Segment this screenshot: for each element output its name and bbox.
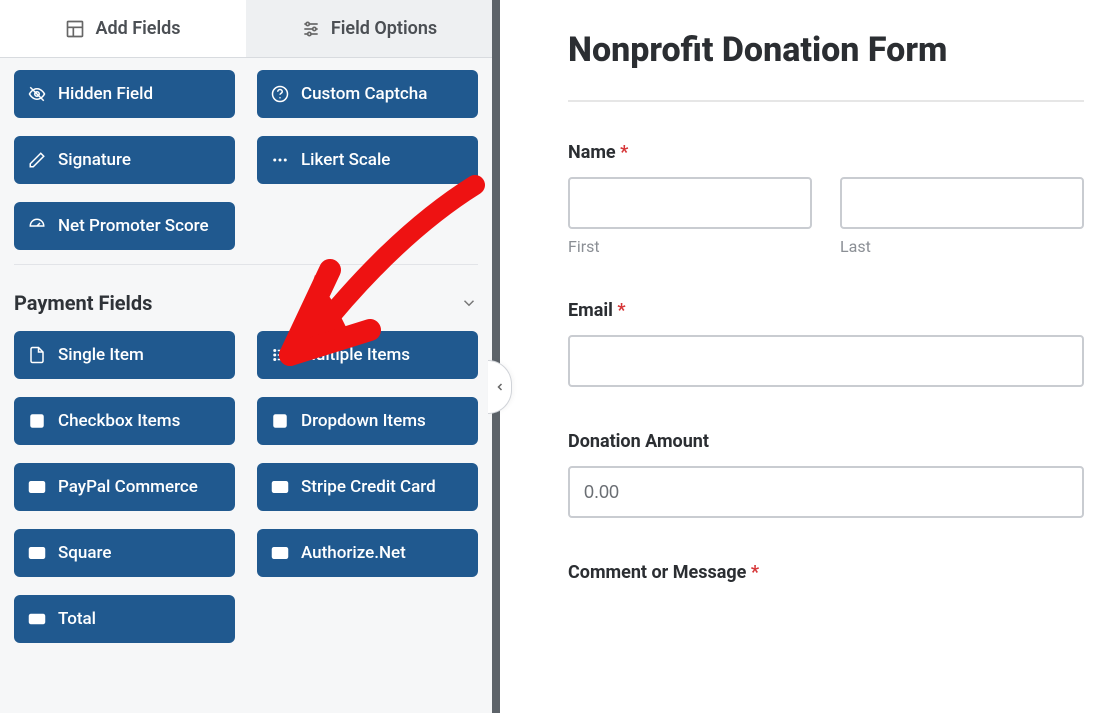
field-label: Custom Captcha [301, 84, 427, 104]
dots-icon [271, 151, 289, 169]
last-name-input[interactable] [840, 177, 1084, 229]
form-preview: Nonprofit Donation Form Name * First Las… [500, 0, 1116, 713]
field-total[interactable]: Total [14, 595, 235, 643]
field-dropdown-items[interactable]: Dropdown Items [257, 397, 478, 445]
tab-add-fields[interactable]: Add Fields [0, 0, 246, 57]
field-label: Single Item [58, 345, 144, 365]
eye-slash-icon [28, 85, 46, 103]
card-icon [271, 544, 289, 562]
comment-label: Comment or Message * [568, 562, 1084, 583]
layout-icon [65, 19, 85, 39]
list-icon [271, 346, 289, 364]
tab-field-options[interactable]: Field Options [246, 0, 492, 57]
field-stripe-cc[interactable]: Stripe Credit Card [257, 463, 478, 511]
field-label: Signature [58, 150, 131, 170]
tab-field-options-label: Field Options [331, 18, 437, 39]
field-paypal-commerce[interactable]: PayPal Commerce [14, 463, 235, 511]
donation-input[interactable] [568, 466, 1084, 518]
money-icon [28, 610, 46, 628]
field-checkbox-items[interactable]: Checkbox Items [14, 397, 235, 445]
card-icon [271, 478, 289, 496]
field-square[interactable]: Square [14, 529, 235, 577]
field-name[interactable]: Name * First Last [568, 142, 1084, 256]
file-icon [28, 346, 46, 364]
card-icon [28, 544, 46, 562]
field-label: Dropdown Items [301, 411, 426, 431]
pencil-icon [28, 151, 46, 169]
section-payment-fields[interactable]: Payment Fields [14, 264, 478, 331]
chevron-left-icon [494, 381, 506, 393]
field-hidden[interactable]: Hidden Field [14, 70, 235, 118]
first-sublabel: First [568, 237, 812, 256]
name-label: Name * [568, 142, 1084, 163]
field-label: Likert Scale [301, 150, 390, 170]
field-label: Hidden Field [58, 84, 153, 104]
dropdown-icon [271, 412, 289, 430]
field-multiple-items[interactable]: Multiple Items [257, 331, 478, 379]
required-mark: * [617, 300, 625, 321]
payment-fields-grid: Single Item Multiple Items Checkbox Item… [14, 331, 478, 643]
donation-label: Donation Amount [568, 431, 1084, 452]
email-input[interactable] [568, 335, 1084, 387]
sliders-icon [301, 19, 321, 39]
field-net-promoter[interactable]: Net Promoter Score [14, 202, 235, 250]
tab-add-fields-label: Add Fields [95, 18, 180, 39]
field-likert-scale[interactable]: Likert Scale [257, 136, 478, 184]
question-circle-icon [271, 85, 289, 103]
fancy-fields-grid: Hidden Field Custom Captcha Signature Li… [14, 70, 478, 250]
field-authorize-net[interactable]: Authorize.Net [257, 529, 478, 577]
section-title: Payment Fields [14, 291, 152, 315]
field-signature[interactable]: Signature [14, 136, 235, 184]
form-title: Nonprofit Donation Form [568, 30, 1084, 102]
field-custom-captcha[interactable]: Custom Captcha [257, 70, 478, 118]
required-mark: * [751, 562, 759, 583]
field-donation-amount[interactable]: Donation Amount [568, 431, 1084, 518]
field-label: Authorize.Net [301, 543, 406, 563]
field-comment[interactable]: Comment or Message * [568, 562, 1084, 583]
card-icon [28, 478, 46, 496]
field-email[interactable]: Email * [568, 300, 1084, 387]
left-panel: Add Fields Field Options Hidden Field Cu… [0, 0, 500, 713]
first-name-input[interactable] [568, 177, 812, 229]
field-label: Net Promoter Score [58, 216, 209, 236]
email-label: Email * [568, 300, 1084, 321]
tabs: Add Fields Field Options [0, 0, 492, 58]
gauge-icon [28, 217, 46, 235]
panel-body: Hidden Field Custom Captcha Signature Li… [0, 58, 492, 655]
field-label: Square [58, 543, 112, 563]
checkbox-icon [28, 412, 46, 430]
field-label: Multiple Items [301, 345, 410, 365]
field-label: Total [58, 609, 96, 629]
field-label: PayPal Commerce [58, 477, 198, 497]
last-sublabel: Last [840, 237, 1084, 256]
required-mark: * [620, 142, 628, 163]
field-label: Stripe Credit Card [301, 477, 436, 497]
chevron-down-icon [460, 294, 478, 312]
field-label: Checkbox Items [58, 411, 180, 431]
field-single-item[interactable]: Single Item [14, 331, 235, 379]
